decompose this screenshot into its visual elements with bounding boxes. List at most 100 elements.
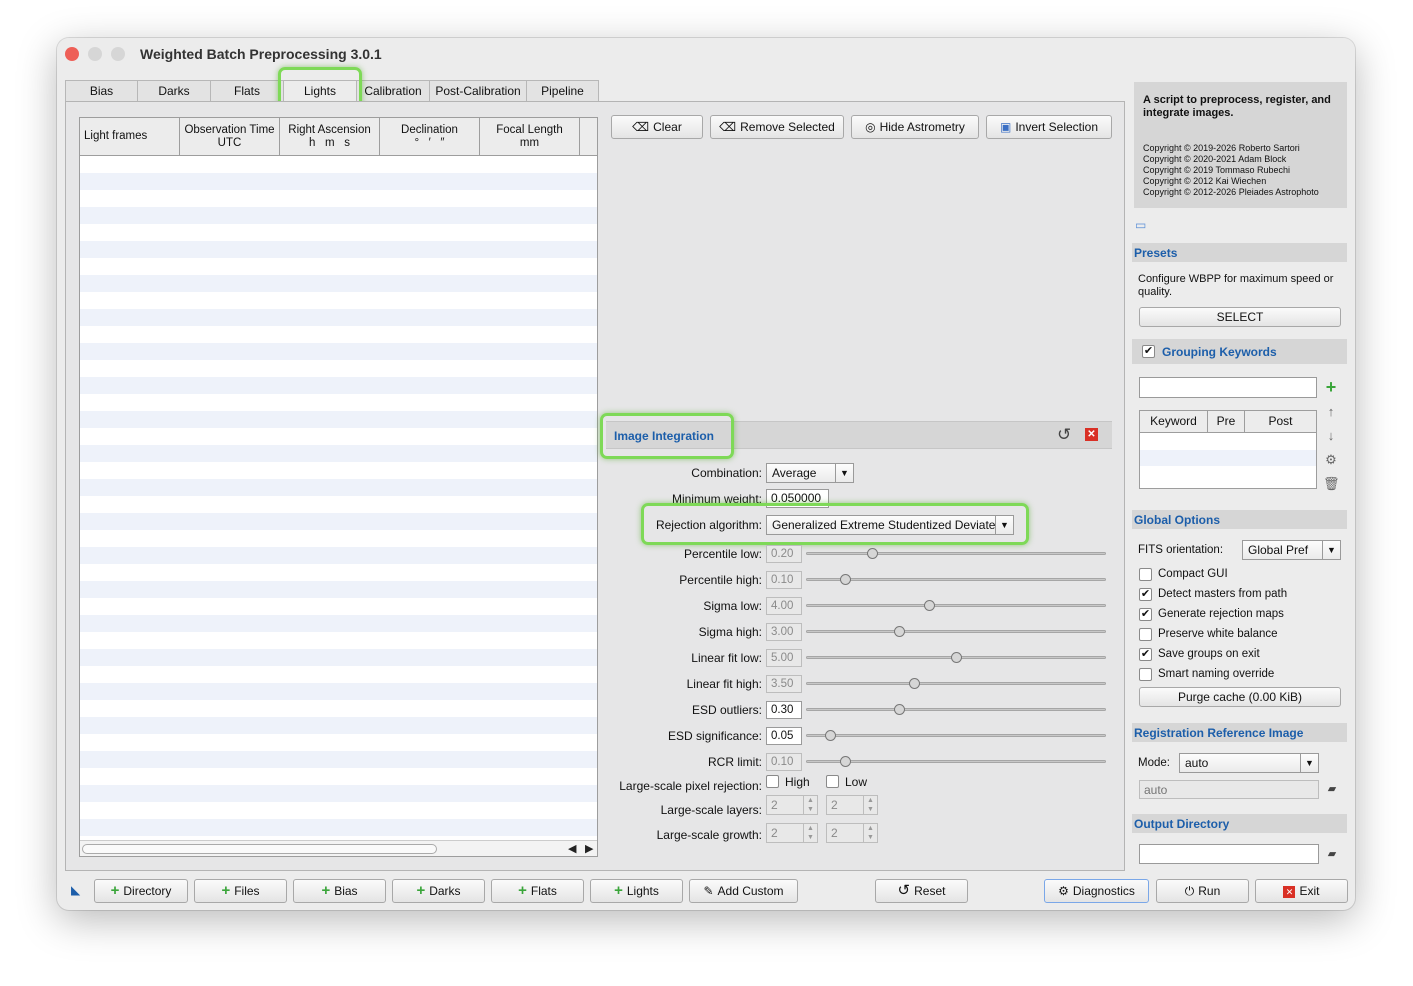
percentile-low-slider[interactable] [806,552,1106,555]
image-integration-header[interactable]: Image Integration ↺ ✕ [606,421,1112,449]
purge-cache-button[interactable]: Purge cache (0.00 KiB) [1139,687,1341,707]
reference-image-input[interactable] [1139,780,1319,799]
percentile-high-slider-handle[interactable] [840,574,851,585]
zoom-window-button[interactable] [111,47,125,61]
remove-selected-button[interactable]: ⌫ Remove Selected [710,115,844,139]
column-focal-length[interactable]: Focal Length mm [480,118,580,156]
linear-fit-low-input[interactable]: 5.00 [766,649,802,667]
esd-significance-input[interactable]: 0.05 [766,727,802,745]
tab-calibration[interactable]: Calibration [356,80,430,102]
arrow-up-icon[interactable]: ↑ [1323,404,1339,419]
linear-fit-low-slider-handle[interactable] [951,652,962,663]
rcr-limit-slider-handle[interactable] [840,756,851,767]
column-declination[interactable]: Declination ° ′ ″ [380,118,480,156]
sigma-low-slider[interactable] [806,604,1106,607]
add-bias-button[interactable]: + Bias [293,879,386,903]
percentile-low-input[interactable]: 0.20 [766,545,802,563]
spinner-arrows-icon[interactable]: ▲ ▼ [863,824,877,842]
horizontal-scrollbar[interactable]: ◀ ▶ [80,840,597,856]
close-window-button[interactable] [65,47,79,61]
grouping-keyword-input[interactable] [1139,377,1317,398]
column-light-frames[interactable]: Light frames [80,118,180,156]
rejection-algorithm-select[interactable]: Generalized Extreme Studentized Deviate ▼ [766,515,1014,535]
linear-fit-high-slider[interactable] [806,682,1106,685]
gear-icon[interactable]: ⚙ [1323,452,1339,468]
esd-outliers-slider[interactable] [806,708,1106,711]
sigma-high-input[interactable]: 3.00 [766,623,802,641]
close-section-icon[interactable]: ✕ [1085,428,1098,441]
invert-selection-button[interactable]: ▣ Invert Selection [986,115,1112,139]
clear-button[interactable]: ⌫ Clear [611,115,703,139]
large-scale-low-checkbox[interactable] [826,775,839,788]
column-post[interactable]: Post [1245,411,1316,433]
arrow-down-icon[interactable]: ↓ [1323,428,1339,443]
combination-select[interactable]: Average ▼ [766,463,854,483]
percentile-low-slider-handle[interactable] [867,548,878,559]
generate-rejection-maps-checkbox[interactable]: ✔ [1139,608,1152,621]
add-directory-button[interactable]: + Directory [94,879,188,903]
minimize-window-button[interactable] [88,47,102,61]
fits-orientation-select[interactable]: Global Pref ▼ [1242,540,1341,560]
scroll-right-icon[interactable]: ▶ [585,842,593,855]
sigma-low-slider-handle[interactable] [924,600,935,611]
sigma-high-slider[interactable] [806,630,1106,633]
spinner-arrows-icon[interactable]: ▲ ▼ [803,824,817,842]
sigma-low-input[interactable]: 4.00 [766,597,802,615]
sigma-high-slider-handle[interactable] [894,626,905,637]
esd-significance-slider-handle[interactable] [825,730,836,741]
rcr-limit-slider[interactable] [806,760,1106,763]
reset-button[interactable]: ↺ Reset [875,879,968,903]
smart-naming-override-checkbox[interactable] [1139,668,1152,681]
detect-masters-from-path-checkbox[interactable]: ✔ [1139,588,1152,601]
column-keyword[interactable]: Keyword [1140,411,1208,433]
grouping-keywords-table[interactable]: Keyword Pre Post [1139,410,1317,489]
spinner-arrows-icon[interactable]: ▲ ▼ [863,796,877,814]
light-frames-table[interactable]: Light frames Observation Time UTC Right A… [79,117,598,857]
chat-icon[interactable]: ▭ [1135,218,1146,232]
linear-fit-high-slider-handle[interactable] [909,678,920,689]
exit-button[interactable]: ✕ Exit [1255,879,1348,903]
reset-section-icon[interactable]: ↺ [1057,425,1071,445]
percentile-high-slider[interactable] [806,578,1106,581]
output-directory-input[interactable] [1139,844,1319,864]
rcr-limit-input[interactable]: 0.10 [766,753,802,771]
presets-select-button[interactable]: SELECT [1139,307,1341,327]
large-scale-layers-high-spinner[interactable]: 2 ▲ ▼ [766,795,818,815]
preserve-white-balance-checkbox[interactable] [1139,628,1152,641]
add-lights-button[interactable]: + Lights [590,879,683,903]
large-scale-growth-high-spinner[interactable]: 2 ▲ ▼ [766,823,818,843]
large-scale-growth-low-spinner[interactable]: 2 ▲ ▼ [826,823,878,843]
column-pre[interactable]: Pre [1208,411,1245,433]
registration-mode-select[interactable]: auto ▼ [1179,753,1319,773]
tab-bias[interactable]: Bias [65,80,138,102]
save-groups-on-exit-checkbox[interactable]: ✔ [1139,648,1152,661]
large-scale-high-checkbox[interactable] [766,775,779,788]
grouping-keywords-checkbox[interactable]: ✔ [1142,345,1155,358]
large-scale-layers-low-spinner[interactable]: 2 ▲ ▼ [826,795,878,815]
compact-gui-checkbox[interactable] [1139,568,1152,581]
spinner-arrows-icon[interactable]: ▲ ▼ [803,796,817,814]
tab-post-calibration[interactable]: Post-Calibration [429,80,527,102]
add-flats-button[interactable]: + Flats [491,879,584,903]
add-keyword-icon[interactable]: + [1323,377,1339,398]
percentile-high-input[interactable]: 0.10 [766,571,802,589]
esd-outliers-input[interactable]: 0.30 [766,701,802,719]
diagnostics-button[interactable]: ⚙ Diagnostics [1044,879,1149,903]
minimum-weight-input[interactable]: 0.050000 [766,489,829,508]
esd-significance-slider[interactable] [806,734,1106,737]
add-custom-button[interactable]: ✎ Add Custom [689,879,798,903]
hide-astrometry-button[interactable]: ◎ Hide Astrometry [851,115,979,139]
tab-flats[interactable]: Flats [210,80,284,102]
esd-outliers-slider-handle[interactable] [894,704,905,715]
add-files-button[interactable]: + Files [194,879,287,903]
tab-darks[interactable]: Darks [137,80,211,102]
tab-lights[interactable]: Lights [283,80,357,102]
folder-icon[interactable]: ▰ [1324,847,1340,860]
column-right-ascension[interactable]: Right Ascension h m s [280,118,380,156]
tab-pipeline[interactable]: Pipeline [526,80,599,102]
folder-icon[interactable]: ▰ [1324,782,1340,795]
column-observation-time[interactable]: Observation Time UTC [180,118,280,156]
add-darks-button[interactable]: + Darks [392,879,485,903]
trash-icon[interactable]: 🗑 [1323,476,1340,492]
linear-fit-high-input[interactable]: 3.50 [766,675,802,693]
